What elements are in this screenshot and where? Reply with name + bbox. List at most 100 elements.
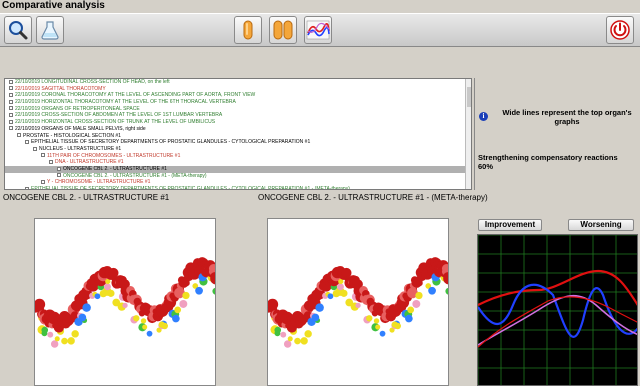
tree-row-label: 22/10/2019 HORIZONTAL CROSS-SECTION OF T…	[15, 119, 216, 126]
tree-row[interactable]: 22/10/2019 LONGITUDINAL CROSS-SECTION OF…	[5, 79, 471, 86]
dna-base	[405, 314, 413, 323]
tree-checkbox[interactable]	[41, 153, 45, 158]
info-icon: i	[479, 112, 488, 121]
tree-row-label: 22/10/2019 CORONAL THORACOTOMY AT THE LE…	[15, 92, 256, 99]
info-message: Wide lines represent the top organ's gra…	[502, 108, 632, 126]
dna-base	[366, 315, 373, 322]
left-dna-image	[34, 218, 216, 386]
dna-base	[54, 336, 60, 342]
dna-base	[304, 330, 312, 338]
tree-checkbox[interactable]	[49, 159, 53, 164]
tree-checkbox[interactable]	[9, 106, 13, 111]
dna-base	[71, 330, 79, 338]
tree-checkbox[interactable]	[9, 79, 13, 84]
dna-base	[161, 322, 168, 330]
dna-base	[182, 291, 190, 300]
dna-base	[445, 287, 448, 295]
dna-base	[107, 289, 115, 297]
dna-base	[47, 331, 54, 338]
dna-base	[103, 283, 111, 291]
dna-base	[195, 286, 203, 295]
tree-checkbox[interactable]	[33, 146, 37, 151]
tree-row-label: EPITHELIAL TISSUE OF SECRETORY DEPARTMEN…	[31, 186, 350, 190]
tree-checkbox[interactable]	[9, 113, 13, 118]
double-capsule-icon	[272, 19, 294, 41]
tree-row[interactable]: PROSTATE - HISTOLOGICAL SECTION #1	[5, 133, 471, 140]
dna-base	[283, 340, 292, 348]
dna-base	[336, 283, 344, 291]
tree-row[interactable]: 22/10/2019 CROSS-SECTION OF ABDOMEN AT T…	[5, 112, 471, 119]
comparison-graph	[477, 234, 638, 386]
tree-row[interactable]: ONCOGENE CBL 2. - ULTRASTRUCTURE #1 - (M…	[5, 173, 471, 180]
dna-base	[373, 318, 380, 324]
tree-row-label: 22/10/2019 HORIZONTAL THORACOTOMY AT THE…	[15, 99, 236, 106]
tree-row-label: Y - CHROMOSOME - ULTRASTRUCTURE #1	[47, 179, 151, 186]
tree-checkbox[interactable]	[9, 99, 13, 104]
strengthening-value: 60%	[478, 162, 494, 171]
tree-row[interactable]: 22/10/2019 CORONAL THORACOTOMY AT THE LE…	[5, 92, 471, 99]
tree-row[interactable]: EPITHELIAL TISSUE OF SECRETORY DEPARTMEN…	[5, 139, 471, 146]
tree-row[interactable]: 22/10/2019 ORGANS OF RETROPERITONEAL SPA…	[5, 106, 471, 113]
right-image-caption: ONCOGENE CBL 2. - ULTRASTRUCTURE #1 - (M…	[258, 193, 488, 202]
tree-row[interactable]: Y - CHROMOSOME - ULTRASTRUCTURE #1	[5, 179, 471, 186]
tree-checkbox[interactable]	[57, 166, 61, 171]
tree-row[interactable]: 22/10/2019 ORGANS OF MALE SMALL PELVIS, …	[5, 126, 471, 133]
tree-row[interactable]: 22/10/2019 HORIZONTAL THORACOTOMY AT THE…	[5, 99, 471, 106]
scrollbar-thumb[interactable]	[467, 87, 471, 107]
tree-row[interactable]: 22/10/2019 HORIZONTAL CROSS-SECTION OF T…	[5, 119, 471, 126]
tree-checkbox[interactable]	[9, 93, 13, 98]
toolbar	[0, 13, 640, 47]
tree-row[interactable]: 22/10/2019 SAGITTAL THORACOTOMY	[5, 86, 471, 93]
left-image-caption: ONCOGENE CBL 2. - ULTRASTRUCTURE #1	[3, 193, 170, 202]
dna-base	[355, 302, 361, 309]
flask-button[interactable]	[36, 16, 64, 44]
double-capsule-button[interactable]	[269, 16, 297, 44]
tree-row-label: PROSTATE - HISTOLOGICAL SECTION #1	[23, 132, 121, 139]
tree-checkbox[interactable]	[9, 126, 13, 131]
red-curve	[478, 269, 637, 306]
dna-base	[274, 330, 281, 337]
dna-base	[428, 286, 436, 295]
dna-base	[375, 324, 381, 330]
dna-base	[41, 330, 48, 337]
dna-base	[340, 289, 348, 297]
strengthening-block: Strengthening compensatory reactions 60%	[478, 153, 638, 171]
tree-row[interactable]: ONCOGENE CBL 2. - ULTRASTRUCTURE #1	[5, 165, 471, 173]
improvement-button[interactable]: Improvement	[478, 219, 542, 231]
tree-row[interactable]: 11TH PAIR OF CHROMOSOMES - ULTRASTRUCTUR…	[5, 153, 471, 160]
dna-base	[61, 337, 68, 345]
dna-base	[379, 330, 386, 337]
single-capsule-button[interactable]	[234, 16, 262, 44]
dna-base	[415, 291, 423, 300]
dna-base	[133, 315, 140, 322]
dna-base	[122, 302, 128, 309]
analysis-tree[interactable]: 22/10/2019 LONGITUDINAL CROSS-SECTION OF…	[4, 78, 472, 190]
tree-rows: 22/10/2019 LONGITUDINAL CROSS-SECTION OF…	[5, 79, 471, 190]
chart-button[interactable]	[304, 16, 332, 44]
tree-checkbox[interactable]	[41, 179, 45, 184]
tree-checkbox[interactable]	[25, 186, 29, 189]
tree-row[interactable]: DNA - ULTRASTRUCTURE #1	[5, 159, 471, 166]
power-button[interactable]	[606, 16, 634, 44]
tree-scrollbar[interactable]	[465, 79, 471, 189]
tree-checkbox[interactable]	[17, 133, 21, 138]
dna-base	[140, 318, 147, 324]
search-button[interactable]	[4, 16, 32, 44]
tree-row[interactable]: NUCLEUS - ULTRASTRUCTURE #1	[5, 146, 471, 153]
tree-checkbox[interactable]	[25, 139, 29, 144]
tree-row[interactable]: EPITHELIAL TISSUE OF SECRETORY DEPARTMEN…	[5, 186, 471, 190]
dna-base	[311, 313, 320, 322]
dna-base	[172, 314, 180, 323]
dna-base	[94, 293, 101, 300]
tree-checkbox[interactable]	[9, 86, 13, 91]
pink-curve	[478, 295, 637, 346]
tree-row-label: ONCOGENE CBL 2. - ULTRASTRUCTURE #1	[63, 165, 167, 172]
tree-checkbox[interactable]	[9, 119, 13, 124]
tree-row-label: 11TH PAIR OF CHROMOSOMES - ULTRASTRUCTUR…	[47, 152, 181, 159]
flask-icon	[39, 19, 61, 41]
window-title: Comparative analysis	[0, 0, 640, 13]
tree-checkbox[interactable]	[57, 173, 61, 178]
worsening-button[interactable]: Worsening	[568, 219, 634, 231]
tree-row-label: 22/10/2019 LONGITUDINAL CROSS-SECTION OF…	[15, 79, 170, 85]
dna-base	[78, 313, 87, 322]
